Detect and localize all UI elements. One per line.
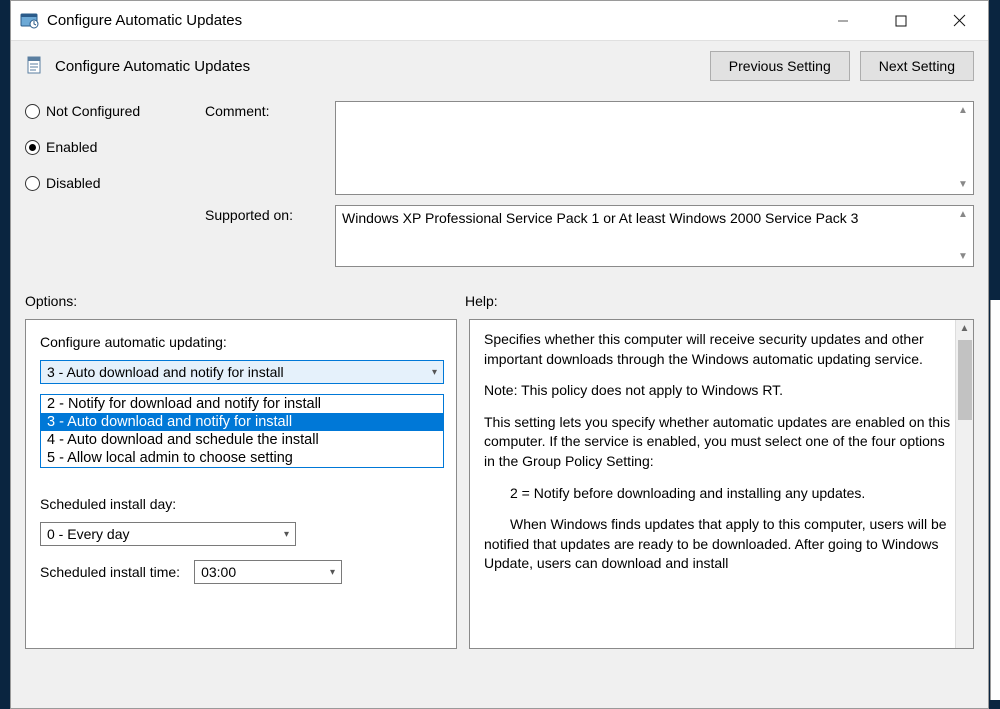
minimize-button[interactable] [814,1,872,41]
supported-value: Windows XP Professional Service Pack 1 o… [342,210,858,226]
state-radio-group: Not Configured Enabled Disabled [25,101,205,191]
window-controls [814,1,988,41]
scheduled-day-label: Scheduled install day: [40,496,442,512]
scrollbar-thumb[interactable] [958,340,972,420]
options-heading: Options: [25,293,465,309]
help-heading: Help: [465,293,498,309]
radio-icon [25,104,40,119]
help-paragraph: Specifies whether this computer will rec… [484,330,951,369]
next-setting-button[interactable]: Next Setting [860,51,974,81]
section-labels: Options: Help: [25,293,974,309]
supported-scroll: ▲ ▼ [955,208,971,264]
page-title: Configure Automatic Updates [55,58,250,75]
supported-label: Supported on: [205,205,335,223]
chevron-down-icon: ▾ [432,367,437,378]
dropdown-option[interactable]: 4 - Auto download and schedule the insta… [41,431,443,449]
scroll-up-icon[interactable]: ▲ [955,104,971,118]
background-window-peek [990,300,1000,700]
maximize-button[interactable] [872,1,930,41]
radio-disabled[interactable]: Disabled [25,175,205,191]
titlebar: Configure Automatic Updates [11,1,988,41]
help-paragraph: 2 = Notify before downloading and instal… [484,484,951,504]
radio-label: Disabled [46,175,100,191]
scheduled-time-label: Scheduled install time: [40,564,180,580]
help-panel: Specifies whether this computer will rec… [469,319,974,649]
combo-value: 03:00 [201,564,236,580]
window-title: Configure Automatic Updates [47,12,242,29]
scheduled-day-combo[interactable]: 0 - Every day ▾ [40,522,296,546]
config-grid: Not Configured Enabled Disabled Comment:… [25,101,974,267]
radio-icon [25,176,40,191]
chevron-down-icon: ▾ [284,529,289,540]
scroll-up-icon[interactable]: ▲ [955,208,971,222]
app-icon [19,11,39,31]
header-row: Configure Automatic Updates Previous Set… [25,51,974,81]
combo-value: 3 - Auto download and notify for install [47,364,284,380]
comment-scroll: ▲ ▼ [955,104,971,192]
dialog-window: Configure Automatic Updates Configure Au… [10,0,989,709]
comment-label: Comment: [205,101,335,119]
radio-label: Not Configured [46,103,140,119]
help-paragraph: When Windows finds updates that apply to… [484,515,951,574]
help-paragraph: This setting lets you specify whether au… [484,413,951,472]
configure-updating-combo[interactable]: 3 - Auto download and notify for install… [40,360,444,384]
scheduled-time-combo[interactable]: 03:00 ▾ [194,560,342,584]
radio-icon [25,140,40,155]
options-panel: Configure automatic updating: 3 - Auto d… [25,319,457,649]
panels-row: Configure automatic updating: 3 - Auto d… [25,319,974,649]
policy-icon [25,55,47,77]
help-scrollbar[interactable]: ▲ [955,320,973,648]
configure-updating-dropdown[interactable]: 2 - Notify for download and notify for i… [40,394,444,468]
supported-readonly: Windows XP Professional Service Pack 1 o… [335,205,974,267]
radio-label: Enabled [46,139,97,155]
help-text: Specifies whether this computer will rec… [484,330,951,574]
scroll-up-icon[interactable]: ▲ [960,320,970,338]
client-area: Configure Automatic Updates Previous Set… [11,41,988,708]
help-paragraph: Note: This policy does not apply to Wind… [484,381,951,401]
dropdown-option[interactable]: 5 - Allow local admin to choose setting [41,449,443,467]
dropdown-option[interactable]: 2 - Notify for download and notify for i… [41,395,443,413]
comment-textarea[interactable]: ▲ ▼ [335,101,974,195]
radio-enabled[interactable]: Enabled [25,139,205,155]
combo-value: 0 - Every day [47,526,129,542]
scroll-down-icon[interactable]: ▼ [955,178,971,192]
dropdown-option[interactable]: 3 - Auto download and notify for install [41,413,443,431]
scroll-down-icon[interactable]: ▼ [955,250,971,264]
previous-setting-button[interactable]: Previous Setting [710,51,850,81]
close-button[interactable] [930,1,988,41]
radio-not-configured[interactable]: Not Configured [25,103,205,119]
configure-updating-label: Configure automatic updating: [40,334,442,350]
chevron-down-icon: ▾ [330,567,335,578]
